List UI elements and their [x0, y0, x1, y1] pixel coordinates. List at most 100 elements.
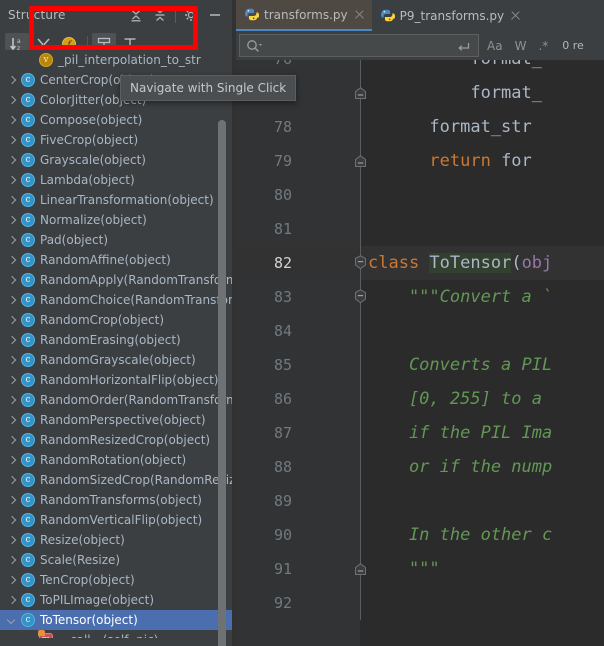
- tree-item[interactable]: c RandomPerspective(object): [0, 410, 232, 430]
- fold-collapse-icon[interactable]: [354, 153, 367, 167]
- fold-column[interactable]: [354, 246, 368, 280]
- chevron-right-icon[interactable]: [6, 94, 19, 107]
- code-line[interactable]: 82 class ToTensor(obj: [236, 246, 604, 280]
- expand-all-icon[interactable]: [125, 4, 147, 26]
- tree-item[interactable]: c RandomGrayscale(object): [0, 350, 232, 370]
- fold-column[interactable]: [354, 280, 368, 314]
- chevron-right-icon[interactable]: [6, 194, 19, 207]
- chevron-right-icon[interactable]: [6, 254, 19, 267]
- code-line[interactable]: 83 """Convert a `: [236, 280, 604, 314]
- chevron-right-icon[interactable]: [6, 514, 19, 527]
- tree-item[interactable]: c RandomErasing(object): [0, 330, 232, 350]
- chevron-right-icon[interactable]: [6, 334, 19, 347]
- chevron-down-icon[interactable]: [6, 614, 19, 627]
- structure-tree[interactable]: v _pil_interpolation_to_str c CenterCrop(ob…: [0, 50, 232, 638]
- tree-item[interactable]: c RandomVerticalFlip(object): [0, 510, 232, 530]
- chevron-right-icon[interactable]: [6, 234, 19, 247]
- chevron-right-icon[interactable]: [6, 414, 19, 427]
- editor-tab[interactable]: P9_transforms.py: [372, 0, 528, 31]
- chevron-right-icon[interactable]: [6, 294, 19, 307]
- code-editor[interactable]: 76 format_77 format_78 format_str79 retu…: [236, 60, 604, 646]
- fold-column[interactable]: [354, 144, 368, 178]
- multiline-toggle-icon[interactable]: [456, 39, 471, 58]
- fold-column[interactable]: [354, 212, 368, 246]
- chevron-right-icon[interactable]: [6, 114, 19, 127]
- code-line[interactable]: 85 Converts a PIL: [236, 348, 604, 382]
- fold-column[interactable]: [354, 518, 368, 552]
- fold-column[interactable]: [354, 76, 368, 110]
- fold-column[interactable]: [354, 110, 368, 144]
- tree-item[interactable]: v _pil_interpolation_to_str: [0, 50, 232, 70]
- fold-column[interactable]: [354, 586, 368, 620]
- close-icon[interactable]: [354, 9, 365, 20]
- tree-item[interactable]: c RandomChoice(RandomTransforms): [0, 290, 232, 310]
- editor-tab[interactable]: transforms.py: [236, 0, 372, 31]
- code-line[interactable]: 89: [236, 484, 604, 518]
- chevron-right-icon[interactable]: [6, 354, 19, 367]
- code-line[interactable]: 90 In the other c: [236, 518, 604, 552]
- fold-column[interactable]: [354, 450, 368, 484]
- chevron-right-icon[interactable]: [6, 154, 19, 167]
- structure-scrollbar-thumb[interactable]: [218, 120, 226, 646]
- code-line[interactable]: 76 format_: [236, 60, 604, 76]
- structure-scrollbar-track[interactable]: [218, 58, 229, 646]
- tree-item[interactable]: c Compose(object): [0, 110, 232, 130]
- minimize-icon[interactable]: [204, 4, 226, 26]
- fold-collapse-icon[interactable]: [354, 561, 367, 575]
- chevron-right-icon[interactable]: [6, 314, 19, 327]
- tree-item[interactable]: c RandomTransforms(object): [0, 490, 232, 510]
- fold-column[interactable]: [354, 348, 368, 382]
- fold-column[interactable]: [354, 60, 368, 76]
- chevron-right-icon[interactable]: [6, 214, 19, 227]
- fold-column[interactable]: [354, 382, 368, 416]
- tree-item[interactable]: c RandomApply(RandomTransforms): [0, 270, 232, 290]
- tree-item[interactable]: c RandomSizedCrop(RandomResizedCrop): [0, 470, 232, 490]
- code-line[interactable]: 86 [0, 255] to a: [236, 382, 604, 416]
- code-line[interactable]: 80: [236, 178, 604, 212]
- fold-collapse-icon[interactable]: [354, 255, 367, 270]
- chevron-right-icon[interactable]: [6, 494, 19, 507]
- collapse-all-icon[interactable]: [149, 4, 171, 26]
- tree-item[interactable]: c Lambda(object): [0, 170, 232, 190]
- tree-item[interactable]: c Resize(object): [0, 530, 232, 550]
- code-line[interactable]: 87 if the PIL Ima: [236, 416, 604, 450]
- match-case-option[interactable]: Aa: [481, 39, 509, 53]
- chevron-right-icon[interactable]: [6, 134, 19, 147]
- tree-item[interactable]: c RandomResizedCrop(object): [0, 430, 232, 450]
- chevron-right-icon[interactable]: [6, 174, 19, 187]
- tree-item[interactable]: c LinearTransformation(object): [0, 190, 232, 210]
- code-line[interactable]: 84: [236, 314, 604, 348]
- tree-item[interactable]: c TenCrop(object): [0, 570, 232, 590]
- gear-icon[interactable]: [180, 4, 202, 26]
- tree-item[interactable]: c RandomAffine(object): [0, 250, 232, 270]
- fold-column[interactable]: [354, 178, 368, 212]
- chevron-right-icon[interactable]: [6, 534, 19, 547]
- tree-item[interactable]: c RandomRotation(object): [0, 450, 232, 470]
- fold-column[interactable]: [354, 552, 368, 586]
- tree-item[interactable]: c FiveCrop(object): [0, 130, 232, 150]
- code-line[interactable]: 79 return for: [236, 144, 604, 178]
- fold-column[interactable]: [354, 416, 368, 450]
- fold-collapse-icon[interactable]: [354, 289, 367, 304]
- fold-column[interactable]: [354, 314, 368, 348]
- code-lines[interactable]: 76 format_77 format_78 format_str79 retu…: [236, 60, 604, 628]
- tree-item[interactable]: c Pad(object): [0, 230, 232, 250]
- tree-item[interactable]: c RandomOrder(RandomTransforms): [0, 390, 232, 410]
- tree-item[interactable]: c Grayscale(object): [0, 150, 232, 170]
- tree-item[interactable]: c ToTensor(object): [0, 610, 232, 630]
- chevron-right-icon[interactable]: [6, 554, 19, 567]
- close-icon[interactable]: [510, 10, 521, 21]
- tree-item[interactable]: c ToPILImage(object): [0, 590, 232, 610]
- tree-item[interactable]: c Normalize(object): [0, 210, 232, 230]
- code-line[interactable]: 78 format_str: [236, 110, 604, 144]
- chevron-right-icon[interactable]: [6, 454, 19, 467]
- tree-item[interactable]: c RandomCrop(object): [0, 310, 232, 330]
- code-line[interactable]: 91 """: [236, 552, 604, 586]
- search-input[interactable]: [239, 34, 479, 57]
- chevron-right-icon[interactable]: [6, 474, 19, 487]
- chevron-right-icon[interactable]: [6, 394, 19, 407]
- chevron-right-icon[interactable]: [6, 574, 19, 587]
- chevron-right-icon[interactable]: [6, 74, 19, 87]
- chevron-right-icon[interactable]: [6, 594, 19, 607]
- regex-option[interactable]: .*: [532, 39, 554, 53]
